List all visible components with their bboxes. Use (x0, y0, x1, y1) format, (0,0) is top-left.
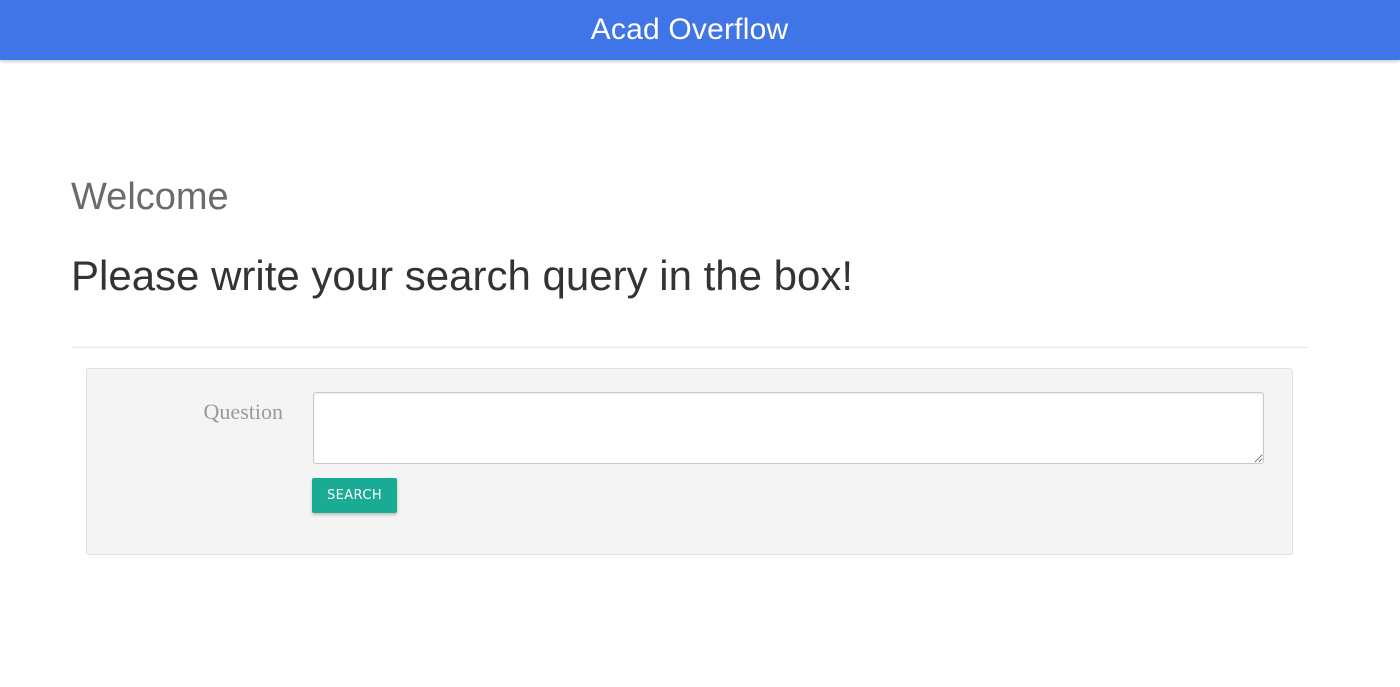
brand-link[interactable]: Acad Overflow (591, 13, 789, 47)
section-divider (71, 347, 1308, 348)
top-navbar: Acad Overflow (0, 0, 1400, 60)
welcome-heading: Welcome (71, 176, 229, 218)
question-label: Question (203, 399, 283, 424)
search-form-panel: Question SEARCH (86, 368, 1293, 555)
search-button[interactable]: SEARCH (312, 478, 397, 513)
search-instruction-heading: Please write your search query in the bo… (71, 252, 854, 299)
question-input[interactable] (313, 392, 1264, 464)
